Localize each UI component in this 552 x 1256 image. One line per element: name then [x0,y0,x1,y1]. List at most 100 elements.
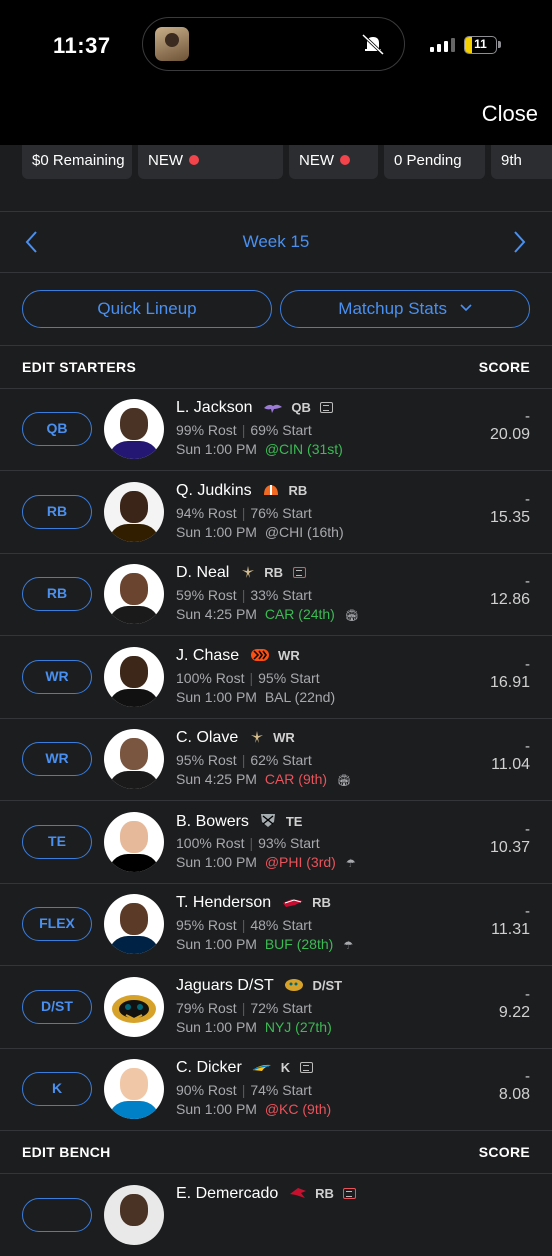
week-label: Week 15 [242,232,310,251]
player-name[interactable]: T. Henderson RB [176,894,331,914]
starter-row[interactable]: RB D. Neal RB 59% Rost | 33% Start Sun 4:2… [0,553,552,636]
player-position: K [280,1060,291,1075]
ownership-stats: 100% Rost | 95% Start [176,669,320,686]
starters-header: EDIT STARTERS SCORE [0,346,552,389]
opponent: @PHI (3rd) [264,853,336,870]
news-icon[interactable] [299,1062,313,1073]
actual-score: - [525,985,530,1003]
opponent: CAR (9th) [264,771,328,787]
slot-button[interactable] [22,1198,92,1232]
chevron-right-icon[interactable] [511,230,527,254]
ownership-stats: 99% Rost | 69% Start [176,422,312,438]
stadium-icon: 🏟 [344,610,359,622]
news-icon[interactable] [343,1188,357,1199]
rank-pill[interactable]: 9th [491,145,552,179]
raiders-logo-icon [259,812,277,833]
ownership-stats: 100% Rost | 93% Start [176,834,320,851]
news-icon[interactable] [292,567,306,578]
player-avatar[interactable] [104,564,164,624]
browns-logo-icon [262,483,280,502]
weather-icon: ☂ [345,857,356,870]
saints-logo-icon [249,730,265,749]
player-name[interactable]: Q. Judkins RB [176,482,307,502]
game-info: Sun 4:25 PM CAR (9th) 🏟 [176,771,351,787]
opponent: NYJ (27th) [264,1018,332,1035]
opponent: @KC (9th) [264,1101,332,1117]
battery-icon: 11 [464,36,497,54]
quick-lineup-button[interactable]: Quick Lineup [22,290,272,328]
saints-logo-icon [240,565,256,584]
player-position: TE [285,813,303,829]
player-avatar[interactable] [104,811,164,872]
game-info: Sun 4:25 PM CAR (24th) 🏟 [176,606,359,622]
player-avatar[interactable] [104,399,164,459]
slot-button[interactable]: WR [22,742,92,776]
bench-player-row[interactable]: E. Demercado RB [0,1174,552,1256]
slot-button[interactable]: FLEX [22,907,92,941]
slot-button[interactable]: RB [22,494,92,529]
player-name[interactable]: C. Dicker K [176,1059,313,1079]
notification-dot [189,155,199,165]
player-position: RB [288,482,308,498]
opponent: @CIN (31st) [264,441,343,457]
player-avatar[interactable] [104,646,164,707]
new-pill[interactable]: NEW [289,145,378,179]
ravens-logo-icon [263,401,283,419]
bell-slash-icon [361,33,385,56]
starter-row[interactable]: WR C. Olave WR 95% Rost | 62% Start Sun 4:… [0,718,552,801]
projected-score: 16.91 [489,673,530,691]
slot-button[interactable]: TE [22,824,92,859]
slot-button[interactable]: RB [22,577,92,611]
starter-row[interactable]: FLEX T. Henderson RB 95% Rost | 48% Start … [0,883,552,966]
slot-button[interactable]: WR [22,659,92,694]
starter-row[interactable]: QB L. Jackson QB 99% Rost | 69% Start Sun … [0,388,552,471]
player-name[interactable]: Jaguars D/ST D/ST [176,977,342,997]
action-buttons: Quick Lineup Matchup Stats [0,273,552,346]
slot-button[interactable]: QB [22,412,92,446]
new-pill[interactable]: NEW [138,145,283,179]
player-name[interactable]: B. Bowers TE [176,812,302,833]
player-avatar[interactable] [104,481,164,542]
player-avatar[interactable] [104,1059,164,1119]
game-info: Sun 1:00 PM @KC (9th) [176,1101,332,1117]
player-avatar[interactable] [104,976,164,1037]
ownership-stats: 79% Rost | 72% Start [176,999,312,1016]
player-position: D/ST [312,977,343,993]
player-avatar[interactable] [104,894,164,954]
news-icon[interactable] [320,402,334,413]
opponent: @CHI (16th) [264,523,344,540]
notification-dot [340,155,350,165]
weather-icon: ☂ [343,940,354,952]
game-info: Sun 1:00 PM @PHI (3rd) ☂ [176,853,356,870]
actual-score: - [525,820,530,838]
stadium-icon: 🏟 [336,775,351,787]
dynamic-island [142,17,405,71]
starter-row[interactable]: D/ST Jaguars D/ST D/ST 79% Rost | 72% Star… [0,966,552,1049]
projected-score: 9.22 [498,1003,530,1021]
opponent: BUF (28th) [264,936,334,952]
projected-score: 8.08 [498,1086,530,1103]
bengals-logo-icon [250,648,270,667]
player-name[interactable]: D. Neal RB [176,564,306,584]
clock: 11:37 [53,33,111,58]
game-info: Sun 1:00 PM NYJ (27th) [176,1018,332,1035]
player-avatar[interactable] [104,729,164,789]
starter-row[interactable]: WR J. Chase WR 100% Rost | 95% Start Sun 1… [0,636,552,719]
pending-pill[interactable]: 0 Pending [384,145,485,179]
actual-score: - [525,655,530,673]
projected-score: 20.09 [489,426,530,443]
player-name[interactable]: E. Demercado RB [176,1185,357,1203]
close-button[interactable]: Close [482,101,538,127]
player-name[interactable]: J. Chase WR [176,647,300,667]
starter-row[interactable]: RB Q. Judkins RB 94% Rost | 76% Start Sun … [0,471,552,554]
matchup-stats-button[interactable]: Matchup Stats [280,290,530,328]
player-name[interactable]: L. Jackson QB [176,399,334,419]
starter-row[interactable]: K C. Dicker K 90% Rost | 74% Start Sun 1:0… [0,1048,552,1131]
player-name[interactable]: C. Olave WR [176,729,295,749]
slot-button[interactable]: D/ST [22,989,92,1024]
slot-button[interactable]: K [22,1072,92,1106]
starter-row[interactable]: TE B. Bowers TE 100% Rost | 93% Start Sun … [0,801,552,884]
budget-pill[interactable]: $0 Remaining [22,145,132,179]
player-position: RB [312,895,331,910]
player-avatar [104,1185,164,1245]
